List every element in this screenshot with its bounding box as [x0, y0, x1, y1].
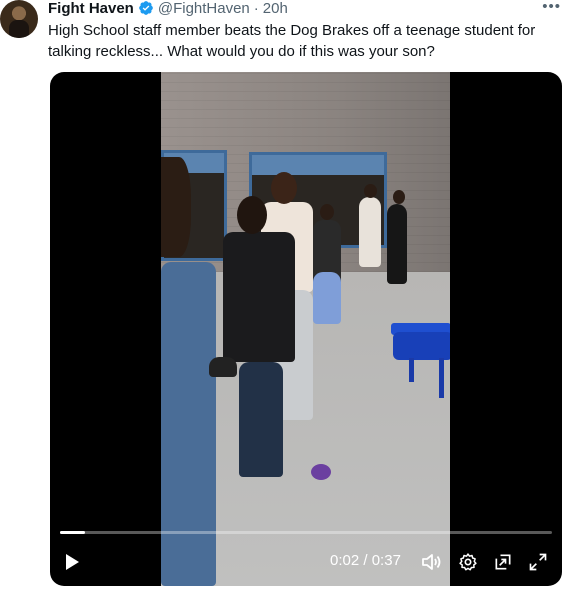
current-time: 0:02 [330, 552, 360, 569]
time-readout: 0:02 / 0:37 [330, 552, 401, 572]
tweet-text: High School staff member beats the Dog B… [48, 22, 536, 60]
tweet-header: Fight Haven @FightHaven · 20h [48, 0, 288, 18]
avatar-figure [9, 20, 29, 38]
more-options-icon[interactable]: ••• [542, 0, 561, 15]
author-handle[interactable]: @FightHaven [158, 0, 250, 17]
progress-fill [60, 531, 85, 534]
play-button[interactable] [60, 550, 84, 574]
student-figure [387, 204, 407, 284]
fullscreen-icon [529, 553, 547, 571]
video-player[interactable]: 0:02 / 0:37 [50, 72, 562, 586]
dropped-item [311, 464, 331, 480]
header-separator: · [253, 0, 259, 17]
time-separator: / [359, 552, 372, 569]
settings-gear-icon [459, 553, 477, 571]
picnic-bench [393, 332, 450, 360]
video-frame[interactable] [161, 72, 450, 586]
bench-leg [409, 358, 414, 382]
avatar[interactable] [0, 0, 38, 38]
student-figure [359, 197, 381, 267]
volume-icon [422, 554, 441, 570]
picture-in-picture-icon [495, 554, 511, 570]
settings-button[interactable] [456, 550, 480, 574]
picture-in-picture-button[interactable] [491, 550, 515, 574]
fullscreen-button[interactable] [526, 550, 550, 574]
volume-button[interactable] [420, 550, 444, 574]
student-jeans [313, 272, 341, 324]
tweet: Fight Haven @FightHaven · 20h ••• High S… [0, 0, 577, 592]
duration: 0:37 [371, 552, 401, 569]
student-figure [223, 232, 295, 362]
student-jeans [239, 362, 283, 477]
author-name[interactable]: Fight Haven [48, 0, 134, 17]
bench-leg [439, 358, 444, 398]
verified-badge-icon [139, 1, 153, 15]
post-timestamp[interactable]: 20h [263, 0, 288, 17]
progress-bar[interactable] [60, 531, 552, 534]
foreground-figure [161, 262, 216, 586]
dropped-bag [209, 357, 237, 377]
play-icon [66, 554, 79, 570]
